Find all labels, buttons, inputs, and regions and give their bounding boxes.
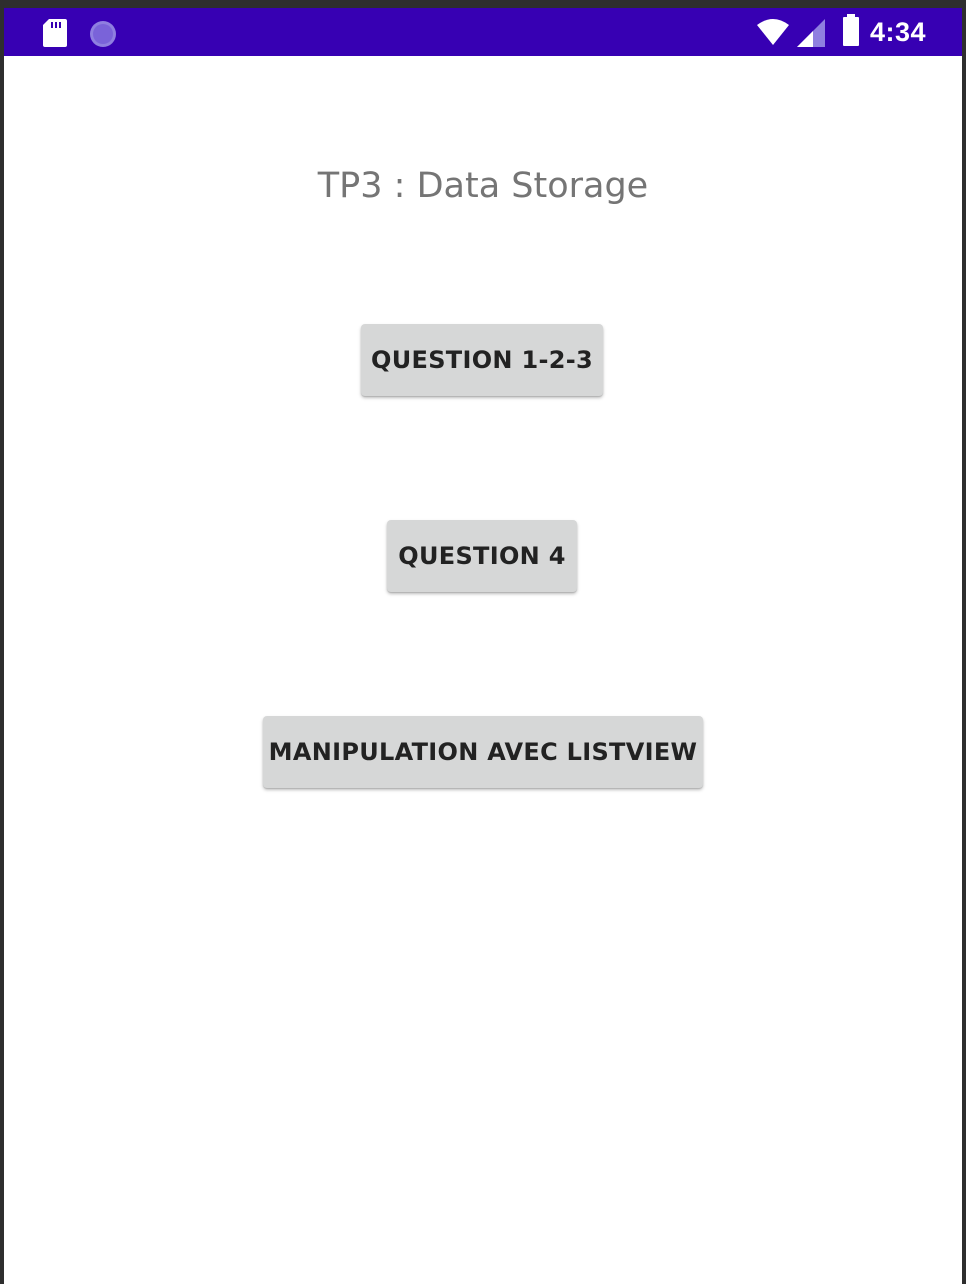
status-clock: 4:34 xyxy=(870,17,927,47)
question-4-button[interactable]: QUESTION 4 xyxy=(387,520,577,592)
question-1-2-3-button[interactable]: QUESTION 1-2-3 xyxy=(361,324,603,396)
status-bar: 4:34 xyxy=(4,8,962,56)
device-frame: 4:34 TP3 : Data Storage QUESTION 1-2-3 Q… xyxy=(0,0,966,1284)
app-screen: 4:34 TP3 : Data Storage QUESTION 1-2-3 Q… xyxy=(4,8,962,1284)
circle-notification-icon xyxy=(90,21,116,47)
wifi-icon xyxy=(757,19,789,45)
battery-icon xyxy=(843,14,859,46)
manipulation-listview-button[interactable]: MANIPULATION AVEC LISTVIEW xyxy=(263,716,703,788)
page-title: TP3 : Data Storage xyxy=(317,166,649,206)
main-content: TP3 : Data Storage QUESTION 1-2-3 QUESTI… xyxy=(4,56,962,1284)
sd-card-icon xyxy=(43,19,67,47)
cell-signal-icon xyxy=(797,19,825,47)
